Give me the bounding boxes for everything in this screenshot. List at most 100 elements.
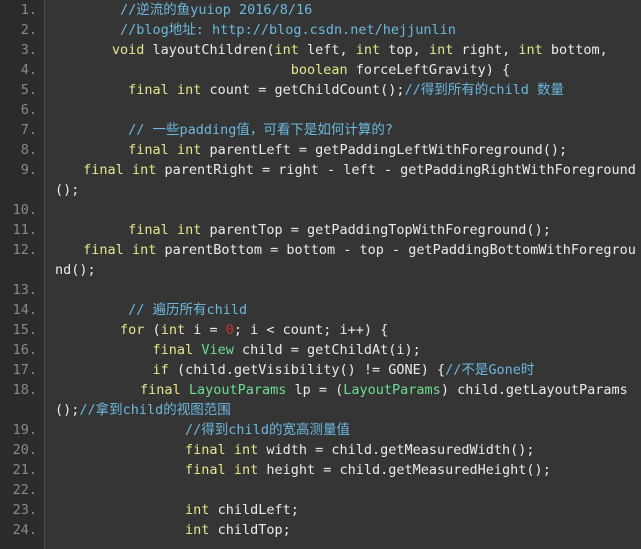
code-token-plain: top, bbox=[380, 42, 429, 58]
code-token-keyword: int bbox=[233, 442, 259, 458]
line-number: 4. bbox=[20, 62, 37, 78]
code-token-plain: child = getChildAt(i); bbox=[233, 342, 421, 358]
code-line: 4. boolean forceLeftGravity) { bbox=[0, 60, 641, 80]
code-token-comment: //得到所有的child 数量 bbox=[404, 82, 565, 98]
code-token-comment: //逆流的鱼yuiop 2016/8/16 bbox=[120, 2, 313, 18]
code-token-keyword: int bbox=[233, 462, 259, 478]
code-token-plain: bottom, bbox=[542, 42, 608, 58]
code-lines-container: 1. //逆流的鱼yuiop 2016/8/16 2. //blog地址: htt… bbox=[0, 0, 641, 540]
code-line-content: final View child = getChildAt(i); bbox=[45, 340, 641, 360]
code-token-plain: lp = ( bbox=[286, 382, 344, 398]
code-line-content: // 遍历所有child bbox=[45, 300, 641, 320]
code-token-keyword: int bbox=[185, 502, 210, 518]
code-line-content: final int height = child.getMeasuredHeig… bbox=[45, 460, 641, 480]
line-number: 22. bbox=[12, 482, 37, 498]
code-line-content: boolean forceLeftGravity) { bbox=[45, 60, 641, 80]
code-token-keyword: final bbox=[128, 222, 169, 238]
code-token-comment: // 遍历所有child bbox=[128, 302, 248, 318]
code-token-plain: ; i < count; i++) { bbox=[233, 322, 389, 338]
code-line: 10. bbox=[0, 200, 641, 220]
code-token-comment: //不是Gone时 bbox=[445, 362, 535, 378]
code-line: 2. //blog地址: http://blog.csdn.net/hejjun… bbox=[0, 20, 641, 40]
code-token-type: LayoutParams bbox=[188, 382, 287, 398]
code-token-plain: left, bbox=[298, 42, 356, 58]
code-token-keyword: if bbox=[152, 362, 169, 378]
code-line: 16. final View child = getChildAt(i); bbox=[0, 340, 641, 360]
code-line: 20. final int width = child.getMeasuredW… bbox=[0, 440, 641, 460]
code-token-keyword: int bbox=[185, 522, 210, 538]
code-token-keyword: final bbox=[185, 442, 226, 458]
line-number: 21. bbox=[12, 462, 37, 478]
line-number: 20. bbox=[12, 442, 37, 458]
line-number: 15. bbox=[12, 322, 37, 338]
code-token-keyword: int bbox=[176, 82, 202, 98]
code-token-keyword: int bbox=[428, 42, 454, 58]
code-block-viewer[interactable]: 1. //逆流的鱼yuiop 2016/8/16 2. //blog地址: htt… bbox=[0, 0, 641, 549]
code-token-plain: height = child.getMeasuredHeight(); bbox=[258, 462, 551, 478]
code-token-keyword: boolean bbox=[290, 62, 348, 78]
code-line: 6. bbox=[0, 100, 641, 120]
code-token-plain: layoutChildren( bbox=[144, 42, 275, 58]
code-line-content: int childLeft; bbox=[45, 500, 641, 520]
code-line: 8. final int parentLeft = getPaddingLeft… bbox=[0, 140, 641, 160]
code-line: 15. for (int i = 0; i < count; i++) { bbox=[0, 320, 641, 340]
line-number: 3. bbox=[20, 42, 37, 58]
line-number: 2. bbox=[20, 22, 37, 38]
code-line: 1. //逆流的鱼yuiop 2016/8/16 bbox=[0, 0, 641, 20]
line-number: 7. bbox=[20, 122, 37, 138]
code-line: 5. final int count = getChildCount();//得… bbox=[0, 80, 641, 100]
code-token-plain: childTop; bbox=[209, 522, 291, 538]
line-number: 14. bbox=[12, 302, 37, 318]
code-token-keyword: int bbox=[160, 322, 186, 338]
line-number: 10. bbox=[12, 202, 37, 218]
code-token-comment: //拿到child的视图范围 bbox=[79, 402, 231, 418]
code-token-keyword: void bbox=[111, 42, 145, 58]
code-line-content: int childTop; bbox=[45, 520, 641, 540]
code-token-plain: count = getChildCount(); bbox=[201, 82, 405, 98]
code-line-content: // 一些padding值，可看下是如何计算的? bbox=[45, 120, 641, 140]
code-token-keyword: final bbox=[83, 162, 124, 178]
code-line: 12. final int parentBottom = bottom - to… bbox=[0, 240, 641, 280]
code-line-content: final int width = child.getMeasuredWidth… bbox=[45, 440, 641, 460]
code-line-content: final int parentBottom = bottom - top - … bbox=[0, 240, 641, 280]
code-token-type: LayoutParams bbox=[343, 382, 441, 398]
code-token-keyword: int bbox=[131, 162, 157, 178]
code-token-keyword: int bbox=[131, 242, 157, 258]
code-line-content: void layoutChildren(int left, int top, i… bbox=[45, 40, 641, 60]
code-token-keyword: final bbox=[140, 382, 181, 398]
code-token-plain: parentTop = getPaddingTopWithForeground(… bbox=[201, 222, 551, 238]
code-line: 3. void layoutChildren( int left, int top… bbox=[0, 40, 641, 60]
code-token-plain: childLeft; bbox=[209, 502, 299, 518]
code-token-keyword: final bbox=[128, 82, 169, 98]
line-number: 8. bbox=[20, 142, 37, 158]
line-number: 13. bbox=[12, 282, 37, 298]
line-number: 11. bbox=[12, 222, 37, 238]
code-token-plain: (child.getVisibility() != GONE) { bbox=[168, 362, 446, 378]
code-token-keyword: final bbox=[128, 142, 169, 158]
code-line: 14. // 遍历所有child bbox=[0, 300, 641, 320]
code-line: 9. final int parentRight = right - left … bbox=[0, 160, 641, 200]
code-line-content: //得到child的宽高测量值 bbox=[45, 420, 641, 440]
code-token-plain: width = child.getMeasuredWidth(); bbox=[258, 442, 535, 458]
code-token-keyword: int bbox=[518, 42, 543, 58]
line-number: 24. bbox=[12, 522, 37, 538]
